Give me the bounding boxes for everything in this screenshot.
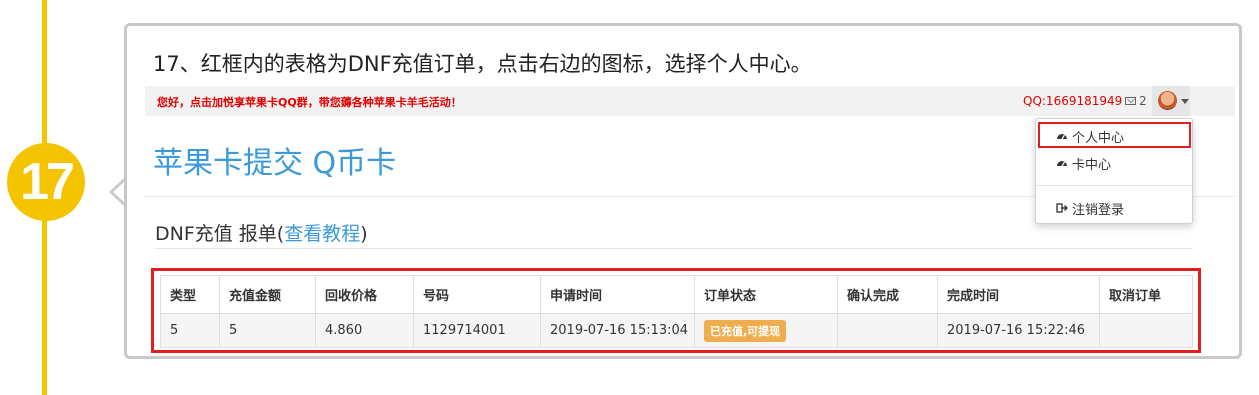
cell-number: 1129714001: [413, 313, 541, 348]
site-brand[interactable]: 苹果卡提交 Q币卡: [153, 138, 396, 182]
highlight-box: 类型 充值金额 回收价格 号码 申请时间 订单状态 确认完成 完成时间 取消订单…: [151, 268, 1201, 353]
orders-table: 类型 充值金额 回收价格 号码 申请时间 订单状态 确认完成 完成时间 取消订单…: [160, 275, 1193, 348]
cell-amount: 5: [219, 313, 316, 348]
section-title: DNF充值 报单(查看教程): [155, 223, 368, 245]
menu-item-logout[interactable]: 注销登录: [1036, 196, 1192, 220]
divider: [155, 248, 1193, 249]
menu-item-card-center[interactable]: 卡中心: [1036, 151, 1192, 175]
envelope-icon: [1125, 97, 1136, 105]
step-caption: 17、红框内的表格为DNF充值订单，点击右边的图标，选择个人中心。: [153, 52, 812, 76]
sign-out-icon: [1056, 203, 1068, 213]
cell-cancel: [1099, 313, 1193, 348]
column-header: 订单状态: [694, 275, 838, 314]
user-dropdown-menu: 个人中心 卡中心 注销登录: [1035, 118, 1193, 224]
column-header: 号码: [413, 275, 541, 314]
menu-divider: [1036, 185, 1192, 186]
dashboard-icon: [1057, 134, 1067, 140]
caret-down-icon: [1181, 99, 1189, 104]
column-header: 完成时间: [937, 275, 1100, 314]
cell-status: 已充值,可提现: [694, 313, 838, 348]
table-row: 5 5 4.860 1129714001 2019-07-16 15:13:04…: [160, 313, 1193, 348]
cell-price: 4.860: [315, 313, 414, 348]
avatar: [1158, 91, 1177, 110]
step-number: 17: [20, 153, 75, 211]
menu-item-personal-center[interactable]: 个人中心: [1036, 124, 1192, 148]
tutorial-card: 17、红框内的表格为DNF充值订单，点击右边的图标，选择个人中心。 您好，点击加…: [124, 23, 1242, 359]
table-header-row: 类型 充值金额 回收价格 号码 申请时间 订单状态 确认完成 完成时间 取消订单: [160, 275, 1193, 314]
tutorial-link[interactable]: 查看教程: [284, 223, 360, 245]
column-header: 回收价格: [315, 275, 414, 314]
step-badge: 17: [7, 143, 85, 221]
top-bar: 您好，点击加悦享苹果卡QQ群，带您薅各种苹果卡羊毛活动！ QQ:16691819…: [145, 86, 1235, 116]
column-header: 取消订单: [1099, 275, 1193, 314]
cell-type: 5: [160, 313, 220, 348]
cell-finish-time: 2019-07-16 15:22:46: [937, 313, 1100, 348]
column-header: 确认完成: [837, 275, 938, 314]
qq-contact[interactable]: QQ:1669181949: [1023, 94, 1122, 108]
cell-confirm: [837, 313, 938, 348]
dashboard-icon: [1057, 161, 1067, 167]
messages-button[interactable]: 2: [1125, 94, 1147, 108]
status-badge: 已充值,可提现: [704, 319, 787, 342]
column-header: 充值金额: [219, 275, 316, 314]
user-menu-toggle[interactable]: [1152, 86, 1190, 116]
message-count: 2: [1139, 94, 1147, 108]
promo-link[interactable]: 您好，点击加悦享苹果卡QQ群，带您薅各种苹果卡羊毛活动！: [157, 94, 462, 110]
column-header: 申请时间: [540, 275, 695, 314]
cell-apply-time: 2019-07-16 15:13:04: [540, 313, 695, 348]
column-header: 类型: [160, 275, 220, 314]
